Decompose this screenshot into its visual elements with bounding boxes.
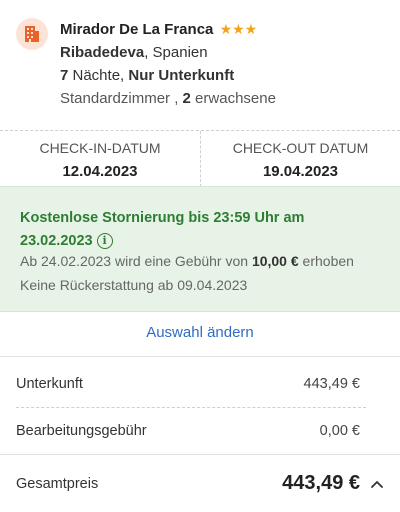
fee-amount: 10,00 € xyxy=(251,253,299,269)
fee-prefix: Ab 24.02.2023 wird eine Gebühr von xyxy=(20,253,252,269)
price-line-label: Bearbeitungsgebühr xyxy=(16,423,147,439)
checkout-label: CHECK-OUT DATUM xyxy=(232,140,369,156)
cancellation-policy: Kostenlose Stornierung bis 23:59 Uhr am … xyxy=(0,186,400,312)
board-type: Nur Unterkunft xyxy=(128,67,235,84)
room-type: Standardzimmer , xyxy=(60,90,183,107)
divider xyxy=(16,407,366,408)
checkout-date: CHECK-OUT DATUM 19.04.2023 xyxy=(200,131,400,187)
nights-label: Nächte, xyxy=(68,67,129,84)
hotel-city: Ribadedeva xyxy=(60,44,145,61)
star-rating-icon: ★★★ xyxy=(219,21,258,37)
chevron-up-icon[interactable] xyxy=(368,475,386,493)
total-price-value: 443,49 € xyxy=(282,472,360,494)
room-summary: Standardzimmer , 2 erwachsene xyxy=(60,90,276,107)
price-line-label: Unterkunft xyxy=(16,376,83,392)
hotel-summary: Mirador De La Franca ★★★ Ribadedeva, Spa… xyxy=(0,0,400,130)
free-cancellation-title: Kostenlose Stornierung bis 23:59 Uhr am … xyxy=(20,207,360,253)
checkin-label: CHECK-IN-DATUM xyxy=(39,140,161,156)
info-icon[interactable]: i xyxy=(96,233,113,250)
checkout-value: 19.04.2023 xyxy=(262,163,339,180)
checkin-value: 12.04.2023 xyxy=(62,163,138,180)
divider xyxy=(0,356,400,357)
total-price-label: Gesamtpreis xyxy=(16,476,99,492)
hotel-location: Ribadedeva, Spanien xyxy=(60,44,208,61)
free-cancellation-text: Kostenlose Stornierung bis 23:59 Uhr am … xyxy=(20,210,305,249)
checkin-date: CHECK-IN-DATUM 12.04.2023 xyxy=(0,131,200,187)
divider xyxy=(0,454,400,455)
cancellation-fee: Ab 24.02.2023 wird eine Gebühr von 10,00… xyxy=(20,253,354,269)
guests-label: erwachsene xyxy=(190,90,276,107)
price-line-value: 0,00 € xyxy=(319,423,360,439)
hotel-building-icon xyxy=(16,18,48,50)
stay-dates: CHECK-IN-DATUM 12.04.2023 CHECK-OUT DATU… xyxy=(0,130,400,187)
stay-summary: 7 Nächte, Nur Unterkunft xyxy=(60,67,234,84)
hotel-name: Mirador De La Franca ★★★ xyxy=(60,21,257,38)
hotel-name-text: Mirador De La Franca xyxy=(60,21,214,38)
fee-suffix: erhoben xyxy=(298,253,354,269)
change-selection-link[interactable]: Auswahl ändern xyxy=(0,324,400,341)
hotel-country: , Spanien xyxy=(144,44,208,61)
no-refund-note: Keine Rückerstattung ab 09.04.2023 xyxy=(20,277,248,293)
guests-count: 2 xyxy=(182,90,191,107)
price-line-value: 443,49 € xyxy=(303,376,360,392)
